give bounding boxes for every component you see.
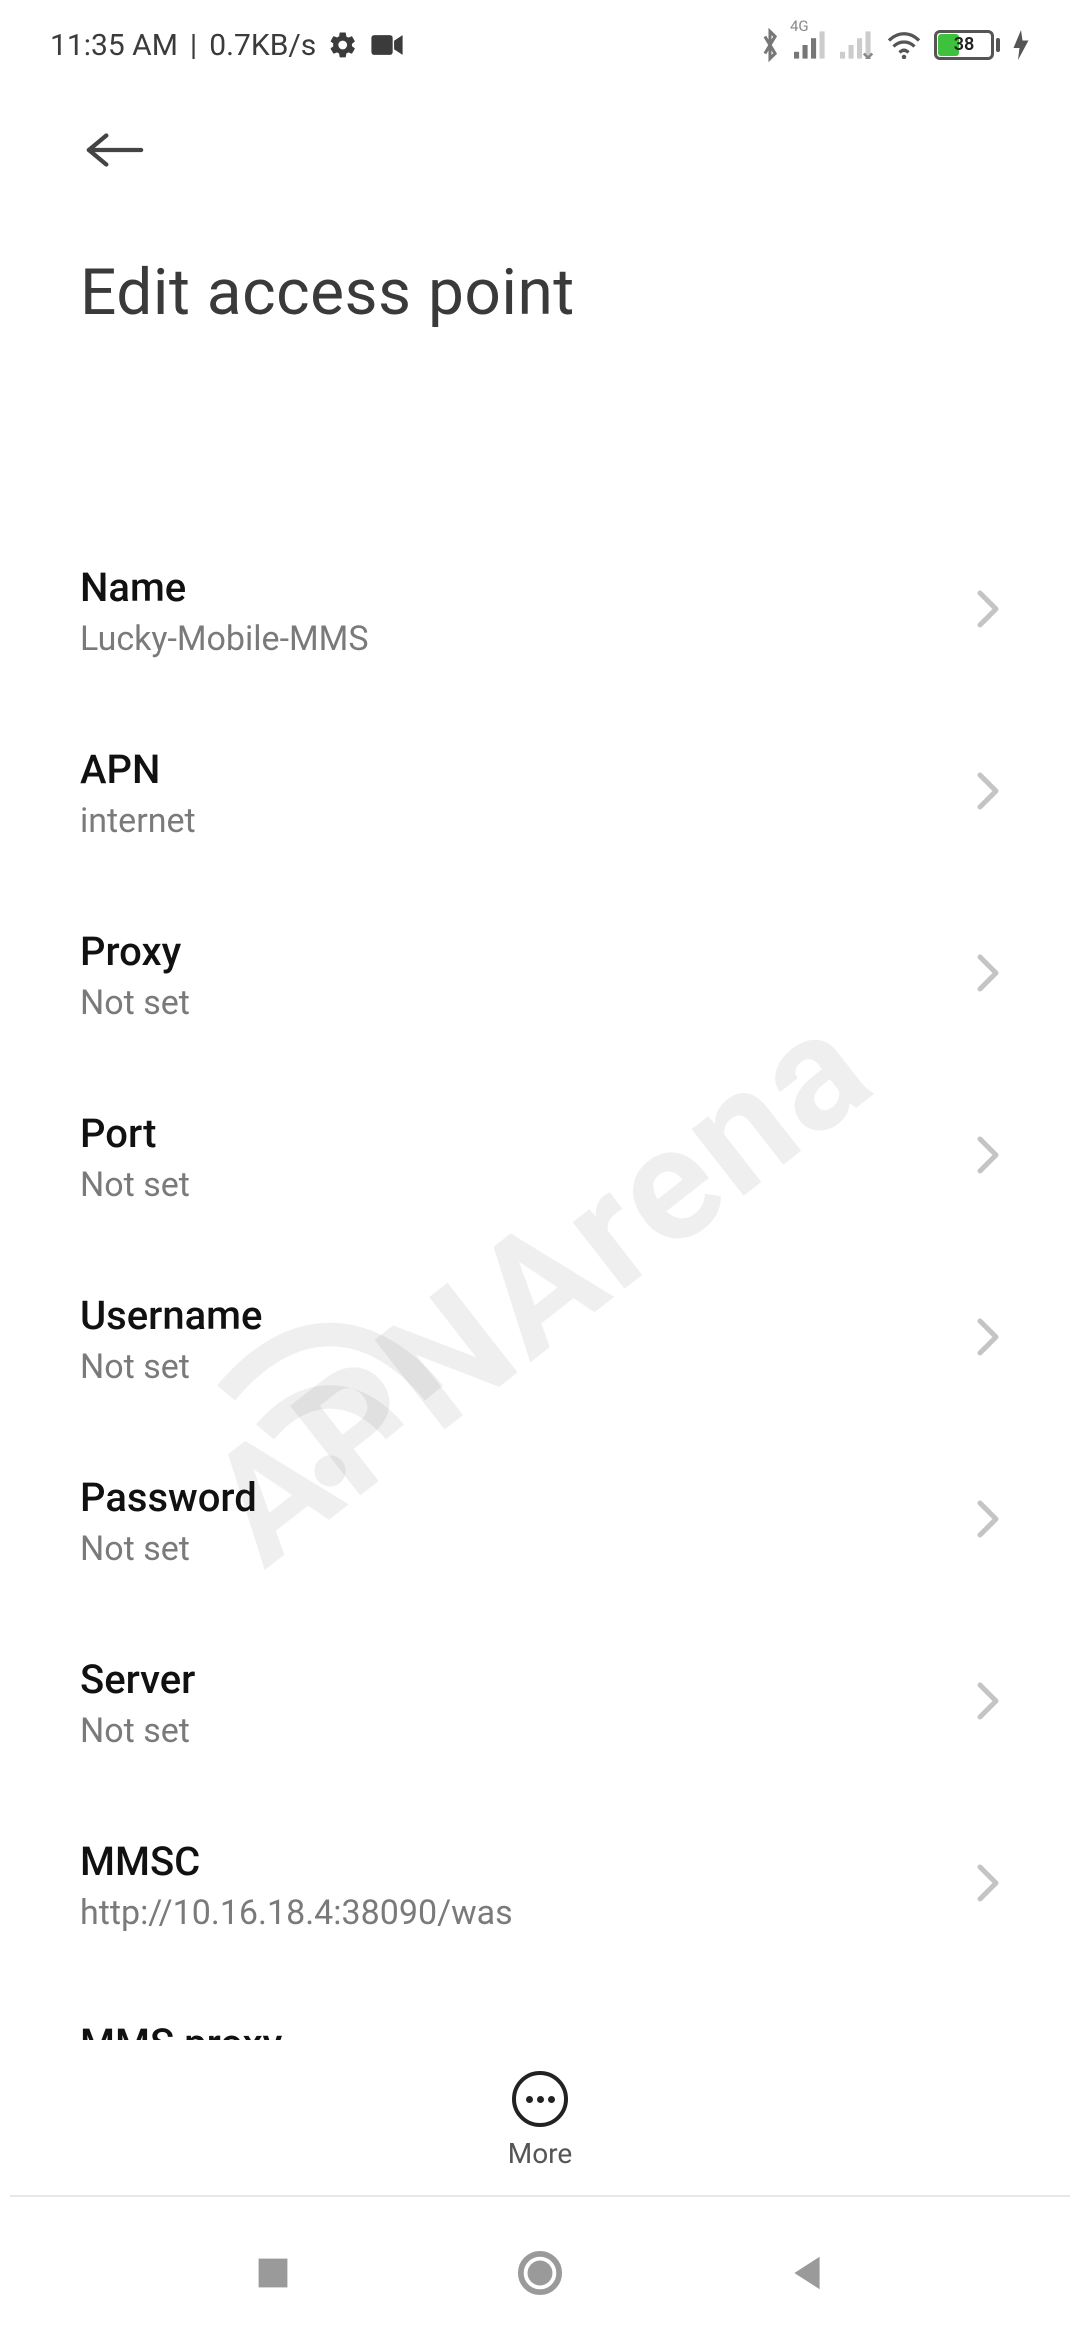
page-title: Edit access point [80,255,1000,330]
status-speed: 0.7KB/s [209,28,316,63]
setting-row-password[interactable]: Password Not set [0,1430,1080,1612]
wifi-icon [886,31,922,59]
setting-text: Port Not set [80,1110,190,1205]
chevron-right-icon [976,771,1000,815]
setting-row-port[interactable]: Port Not set [0,1066,1080,1248]
nav-recent-button[interactable] [233,2233,313,2313]
setting-row-name[interactable]: Name Lucky-Mobile-MMS [0,520,1080,702]
bluetooth-icon [758,28,782,62]
nav-home-button[interactable] [500,2233,580,2313]
camera-icon [370,32,404,58]
battery-indicator: 38 [934,30,1000,60]
chevron-right-icon [976,1681,1000,1725]
chevron-right-icon [976,589,1000,633]
setting-value: Lucky-Mobile-MMS [80,619,369,659]
navigation-bar [0,2205,1080,2340]
signal-nosim-icon [840,31,874,59]
nav-back-button[interactable] [767,2233,847,2313]
setting-text: APN internet [80,746,196,841]
more-label: More [508,2137,573,2170]
chevron-right-icon [976,1135,1000,1179]
status-divider: | [190,28,197,63]
chevron-right-icon [976,953,1000,997]
chevron-right-icon [976,1499,1000,1543]
status-left: 11:35 AM | 0.7KB/s [50,28,404,63]
setting-text: Username Not set [80,1292,262,1387]
setting-row-server[interactable]: Server Not set [0,1612,1080,1794]
setting-value: Not set [80,983,190,1023]
signal-gen-label: 4G [790,17,809,35]
setting-value: http://10.16.18.4:38090/was [80,1893,513,1933]
setting-label: MMS proxy [80,2020,282,2041]
setting-value: Not set [80,1529,257,1569]
more-button[interactable]: More [0,2071,1080,2170]
status-bar: 11:35 AM | 0.7KB/s 4G 38 [0,0,1080,90]
square-icon [255,2255,291,2291]
back-button[interactable] [80,115,150,185]
status-right: 4G 38 [758,28,1030,62]
setting-text: Name Lucky-Mobile-MMS [80,564,369,659]
status-time: 11:35 AM [50,28,178,63]
setting-label: Password [80,1474,257,1521]
more-icon [512,2071,568,2127]
triangle-left-icon [789,2253,825,2293]
setting-label: Server [80,1656,195,1703]
setting-text: Proxy Not set [80,928,190,1023]
gear-icon [328,30,358,60]
setting-row-username[interactable]: Username Not set [0,1248,1080,1430]
setting-text: Password Not set [80,1474,257,1569]
chevron-right-icon [976,1863,1000,1907]
setting-row-apn[interactable]: APN internet [0,702,1080,884]
battery-percent: 38 [937,36,991,54]
arrow-left-icon [86,130,144,170]
setting-label: Username [80,1292,262,1339]
header: Edit access point [0,115,1080,330]
settings-list: Name Lucky-Mobile-MMS APN internet Proxy Not … [0,520,1080,2040]
setting-value: internet [80,801,196,841]
setting-row-proxy[interactable]: Proxy Not set [0,884,1080,1066]
setting-label: APN [80,746,196,793]
setting-text: MMSC http://10.16.18.4:38090/was [80,1838,513,1933]
setting-value: Not set [80,1347,262,1387]
signal-4g-icon: 4G [794,31,828,59]
setting-label: Name [80,564,369,611]
charging-icon [1012,30,1030,60]
setting-row-mms-proxy[interactable]: MMS proxy10.16.18.77 [0,1976,1080,2040]
setting-label: Proxy [80,928,190,975]
circle-icon [517,2250,563,2296]
setting-text: MMS proxy10.16.18.77 [80,2020,282,2041]
setting-label: Port [80,1110,190,1157]
setting-row-mmsc[interactable]: MMSC http://10.16.18.4:38090/was [0,1794,1080,1976]
setting-label: MMSC [80,1838,513,1885]
setting-text: Server Not set [80,1656,195,1751]
chevron-right-icon [976,1317,1000,1361]
setting-value: Not set [80,1165,190,1205]
nav-separator [10,2195,1070,2197]
setting-value: Not set [80,1711,195,1751]
